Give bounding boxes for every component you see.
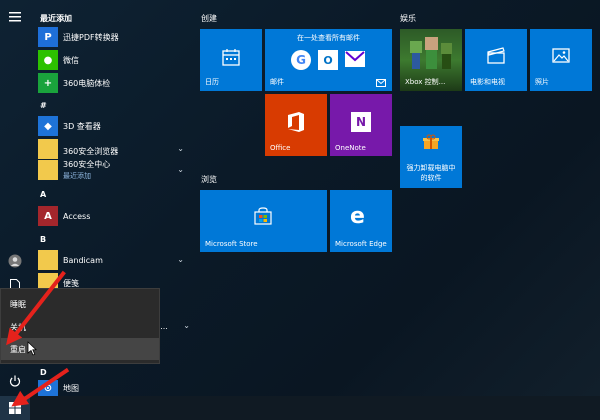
group-title-create: 创建 xyxy=(201,14,217,23)
a-header: A xyxy=(40,190,47,199)
wechat-icon: ● xyxy=(38,50,58,70)
b-header: B xyxy=(40,235,47,244)
mail-tile-header: 在一处查看所有邮件 xyxy=(297,34,360,42)
app-label: 360安全中心 xyxy=(63,160,111,169)
recent-header: 最近添加 xyxy=(40,14,72,23)
group-title-entertainment: 娱乐 xyxy=(400,14,416,23)
pdf-icon: P xyxy=(38,27,58,47)
mouse-cursor-icon xyxy=(27,341,37,356)
tile-uninstall-software[interactable]: 强力卸载电脑中 的软件 xyxy=(400,126,462,188)
app-item-maps[interactable]: ⊙ 地图 xyxy=(38,380,188,396)
tile-onenote[interactable]: N OneNote xyxy=(330,94,392,156)
sleep-menu-item[interactable]: 睡眠 xyxy=(1,293,159,315)
app-item-bandicam[interactable]: Bandicam ⌄ xyxy=(38,248,188,272)
store-bag-icon xyxy=(254,207,272,225)
chevron-down-icon: ⌄ xyxy=(183,321,190,330)
office-icon xyxy=(288,112,304,132)
app-label: Bandicam xyxy=(63,255,103,265)
app-label: 360电脑体检 xyxy=(63,78,111,88)
edge-icon: e xyxy=(350,204,365,229)
outlook-icon: O xyxy=(318,50,338,70)
folder-icon xyxy=(38,250,58,270)
envelope-icon xyxy=(376,79,386,87)
chevron-down-icon: ⌄ xyxy=(177,165,184,174)
google-icon: G xyxy=(291,50,311,70)
user-avatar-icon[interactable] xyxy=(6,252,24,270)
onenote-icon: N xyxy=(351,112,371,132)
app-label: Access xyxy=(63,211,91,221)
tile-photos[interactable]: 照片 xyxy=(530,29,592,91)
chevron-down-icon: ⌄ xyxy=(177,255,184,264)
yahoo-mail-icon xyxy=(345,51,365,67)
app-item-360-browser[interactable]: 360安全浏览器 xyxy=(38,144,188,158)
app-item-360-checkup[interactable]: + 360电脑体检 xyxy=(38,71,188,95)
tile-office[interactable]: Office xyxy=(265,94,327,156)
app-item-360-center[interactable]: 360安全中心 最近添加 ⌄ xyxy=(38,158,188,182)
tile-label: Office xyxy=(270,144,291,152)
app-item-wechat[interactable]: ● 微信 xyxy=(38,48,188,72)
power-icon[interactable] xyxy=(6,372,24,390)
3d-viewer-icon: ◆ xyxy=(38,116,58,136)
tile-label: 强力卸载电脑中 的软件 xyxy=(400,163,462,183)
hash-header: # xyxy=(40,101,47,110)
360-icon: + xyxy=(38,73,58,93)
app-item-pdf[interactable]: P 迅捷PDF转换器 xyxy=(38,25,188,49)
tile-movies-tv[interactable]: 电影和电视 xyxy=(465,29,527,91)
photos-icon xyxy=(552,48,570,63)
app-label: 地图 xyxy=(63,383,79,393)
xbox-characters-image xyxy=(410,37,452,69)
tile-label: 日历 xyxy=(205,78,219,86)
tile-microsoft-edge[interactable]: e Microsoft Edge xyxy=(330,190,392,252)
tile-label-line2: 的软件 xyxy=(420,174,442,182)
app-sublabel: 最近添加 xyxy=(63,172,91,180)
group-title-browse: 浏览 xyxy=(201,175,217,184)
tile-xbox[interactable]: Xbox 控制... xyxy=(400,29,462,91)
tile-mail[interactable]: 在一处查看所有邮件 G O 邮件 xyxy=(265,29,392,91)
tile-calendar[interactable]: 日历 xyxy=(200,29,262,91)
app-item-3d-viewer[interactable]: ◆ 3D 查看器 xyxy=(38,114,188,138)
tile-label: 照片 xyxy=(535,78,549,86)
d-header: D xyxy=(40,368,47,377)
folder-icon xyxy=(38,160,58,180)
app-label: 便笺 xyxy=(63,278,79,288)
tile-label: 电影和电视 xyxy=(470,78,505,86)
app-label: 迅捷PDF转换器 xyxy=(63,32,119,42)
calendar-icon xyxy=(222,49,240,66)
tile-label: 邮件 xyxy=(270,78,284,86)
tile-microsoft-store[interactable]: Microsoft Store xyxy=(200,190,327,252)
access-icon: A xyxy=(38,206,58,226)
restart-menu-item[interactable]: 重启 xyxy=(1,338,159,360)
gift-box-icon xyxy=(423,134,439,149)
hamburger-menu-icon[interactable] xyxy=(6,8,24,26)
taskbar xyxy=(0,396,600,420)
app-item-access[interactable]: A Access xyxy=(38,204,188,228)
tile-label-line1: 强力卸载电脑中 xyxy=(406,164,456,172)
film-clapper-icon xyxy=(487,47,505,64)
tile-label: Microsoft Store xyxy=(205,240,258,248)
tile-label: Xbox 控制... xyxy=(405,78,446,86)
app-label: 微信 xyxy=(63,55,79,65)
app-label: 360安全浏览器 xyxy=(63,146,119,156)
app-label: 3D 查看器 xyxy=(63,121,101,131)
tile-label: Microsoft Edge xyxy=(335,240,387,248)
tile-label: OneNote xyxy=(335,144,366,152)
